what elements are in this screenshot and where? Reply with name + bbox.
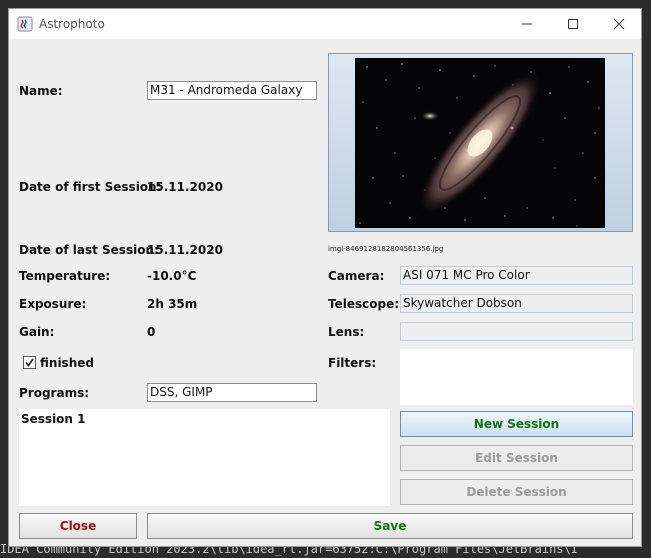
finished-label: finished: [40, 356, 94, 370]
image-frame: [328, 53, 633, 232]
camera-field[interactable]: ASI 071 MC Pro Color: [400, 266, 633, 285]
exposure-value: 2h 35m: [147, 297, 198, 311]
programs-field[interactable]: DSS, GIMP: [147, 383, 317, 402]
save-button[interactable]: Save: [147, 513, 633, 539]
title-bar[interactable]: Astrophoto: [9, 9, 641, 39]
temperature-label: Temperature:: [19, 269, 111, 283]
window-title: Astrophoto: [39, 17, 105, 31]
temperature-value: -10.0°C: [147, 269, 197, 283]
close-window-button[interactable]: [596, 9, 642, 39]
sessions-list[interactable]: Session 1: [19, 409, 390, 506]
new-session-button[interactable]: New Session: [400, 411, 633, 437]
maximize-icon: [568, 19, 578, 29]
gain-label: Gain:: [19, 325, 55, 339]
first-session-value: 15.11.2020: [147, 180, 223, 194]
minimize-button[interactable]: [504, 9, 550, 39]
session-item[interactable]: Session 1: [21, 412, 86, 426]
checkmark-icon: [25, 358, 34, 367]
close-icon: [613, 18, 625, 30]
finished-checkbox[interactable]: [23, 356, 36, 369]
last-session-value: 15.11.2020: [147, 243, 223, 257]
image-filename: imgl-8469128182804561356.jpg: [328, 245, 444, 253]
delete-session-button[interactable]: Delete Session: [400, 479, 633, 505]
close-button[interactable]: Close: [19, 513, 137, 539]
telescope-field[interactable]: Skywatcher Dobson: [400, 294, 633, 313]
lens-label: Lens:: [328, 325, 365, 339]
gain-value: 0: [147, 325, 156, 339]
lens-field[interactable]: [400, 322, 633, 341]
telescope-label: Telescope:: [328, 297, 400, 311]
camera-label: Camera:: [328, 269, 385, 283]
andromeda-galaxy-image[interactable]: [355, 58, 605, 228]
last-session-label: Date of last Session:: [19, 243, 159, 257]
filters-list[interactable]: [400, 349, 633, 405]
filters-label: Filters:: [328, 356, 377, 370]
exposure-label: Exposure:: [19, 297, 87, 311]
first-session-label: Date of first Session:: [19, 180, 162, 194]
astrophoto-window: Astrophoto Name: M31 - Andromeda Galaxy …: [8, 8, 642, 547]
name-label: Name:: [19, 84, 63, 98]
java-app-icon: [17, 16, 33, 32]
edit-session-button[interactable]: Edit Session: [400, 445, 633, 471]
name-field[interactable]: M31 - Andromeda Galaxy: [147, 81, 317, 100]
minimize-icon: [522, 23, 532, 25]
programs-label: Programs:: [19, 386, 90, 400]
maximize-button[interactable]: [550, 9, 596, 39]
